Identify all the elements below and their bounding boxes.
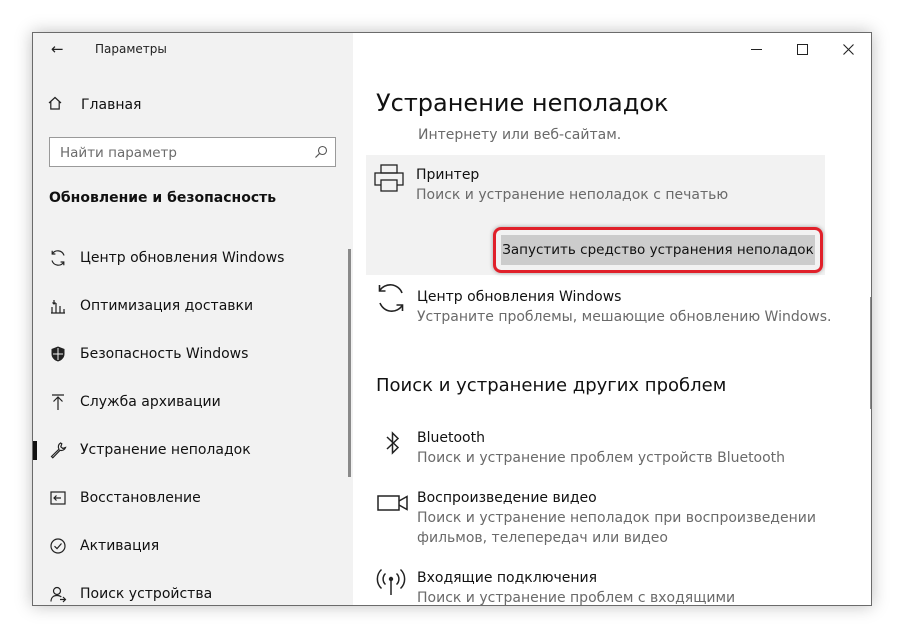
window-title: Параметры [95, 42, 167, 56]
sidebar-item-label: Устранение неполадок [80, 442, 251, 458]
clipped-description: Интернету или веб-сайтам. [418, 127, 622, 143]
bluetooth-title[interactable]: Bluetooth [417, 430, 485, 446]
main-scrollbar[interactable] [870, 297, 871, 409]
main-content: Устранение неполадок Интернету или веб-с… [353, 33, 871, 605]
refresh-icon [374, 281, 408, 315]
home-icon [47, 95, 67, 115]
page-title: Устранение неполадок [376, 89, 669, 117]
nav-home[interactable]: Главная [47, 95, 141, 115]
bluetooth-icon [376, 426, 410, 460]
recovery-icon [49, 489, 67, 507]
windows-update-title[interactable]: Центр обновления Windows [417, 289, 621, 305]
sidebar-item-find-device[interactable]: Поиск устройства [33, 570, 349, 605]
bluetooth-desc: Поиск и устранение проблем устройств Blu… [417, 450, 786, 466]
run-troubleshooter-button[interactable]: Запустить средство устранения неполадок [501, 235, 815, 265]
other-problems-heading: Поиск и устранение других проблем [376, 375, 727, 396]
upload-icon [49, 393, 67, 411]
refresh-icon [49, 249, 67, 267]
video-desc-line1: Поиск и устранение неполадок при воспрои… [417, 510, 816, 526]
back-arrow-icon[interactable]: ← [51, 40, 64, 58]
windows-update-desc: Устраните проблемы, мешающие обновлению … [417, 309, 832, 325]
sidebar-item-label: Оптимизация доставки [80, 298, 254, 314]
sidebar-item-label: Активация [80, 538, 160, 554]
person-icon [49, 585, 67, 603]
incoming-title[interactable]: Входящие подключения [417, 570, 597, 586]
settings-window: ← Параметры Главная Обновление и безопас… [32, 32, 872, 606]
delivery-icon [49, 297, 67, 315]
minimize-button[interactable] [733, 33, 779, 65]
sidebar-item-label: Безопасность Windows [80, 346, 249, 362]
sidebar-item-label: Восстановление [80, 490, 201, 506]
sidebar-item-activation[interactable]: Активация [33, 522, 349, 570]
video-title[interactable]: Воспроизведение видео [417, 490, 597, 506]
printer-card[interactable]: Принтер Поиск и устранение неполадок с п… [366, 155, 825, 275]
sidebar-scrollbar[interactable] [348, 249, 351, 477]
check-circle-icon [49, 537, 67, 555]
video-desc-line2: фильмов, телепередач или видео [417, 530, 668, 546]
wrench-icon [49, 441, 67, 459]
nav-list: Центр обновления Windows Оптимизация дос… [33, 234, 349, 605]
printer-title: Принтер [416, 167, 480, 183]
search-box[interactable] [49, 137, 336, 168]
search-icon[interactable] [314, 144, 328, 163]
nav-home-label: Главная [81, 97, 142, 113]
incoming-desc: Поиск и устранение проблем с входящими [417, 590, 736, 606]
sidebar-item-windows-update[interactable]: Центр обновления Windows [33, 234, 349, 282]
search-input[interactable] [50, 138, 312, 168]
antenna-icon [374, 565, 408, 599]
sidebar-item-label: Центр обновления Windows [80, 250, 285, 266]
sidebar-item-label: Поиск устройства [80, 586, 213, 602]
sidebar-item-recovery[interactable]: Восстановление [33, 474, 349, 522]
sidebar-item-delivery[interactable]: Оптимизация доставки [33, 282, 349, 330]
maximize-button[interactable] [779, 33, 825, 65]
shield-icon [49, 345, 67, 363]
sidebar-item-label: Служба архивации [80, 394, 221, 410]
sidebar: ← Параметры Главная Обновление и безопас… [33, 33, 353, 605]
sidebar-item-security[interactable]: Безопасность Windows [33, 330, 349, 378]
printer-desc: Поиск и устранение неполадок с печатью [416, 187, 729, 203]
sidebar-item-backup[interactable]: Служба архивации [33, 378, 349, 426]
printer-icon [372, 161, 406, 195]
section-title: Обновление и безопасность [49, 190, 277, 206]
video-camera-icon [376, 486, 410, 520]
window-controls [733, 33, 871, 65]
sidebar-item-troubleshoot[interactable]: Устранение неполадок [33, 426, 349, 474]
close-button[interactable] [825, 33, 871, 65]
